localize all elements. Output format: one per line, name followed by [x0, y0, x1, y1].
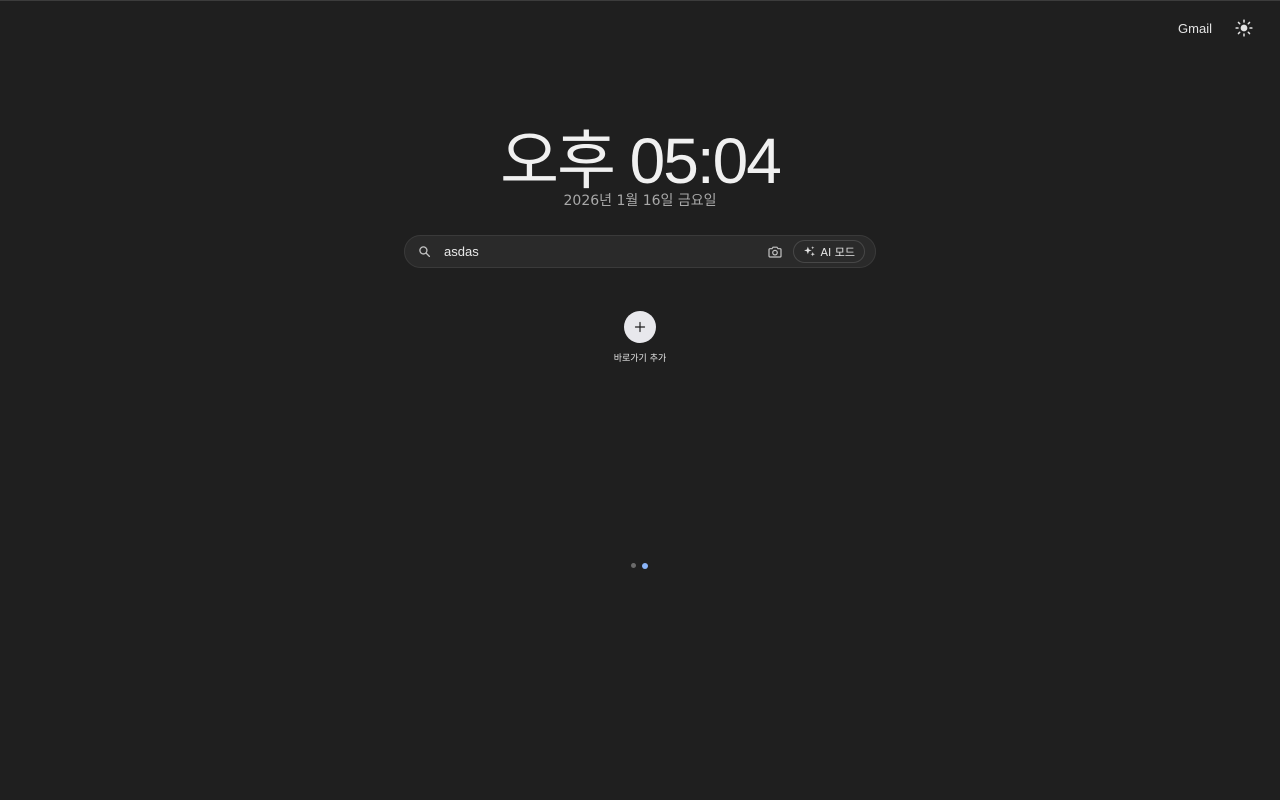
- clock-time: 오후 05:04: [500, 125, 782, 197]
- add-shortcut-button[interactable]: 바로가기 추가: [600, 311, 680, 364]
- plus-icon: [634, 321, 646, 333]
- page-dot-1[interactable]: [631, 563, 636, 568]
- search-icon: [418, 244, 434, 260]
- theme-toggle-button[interactable]: [1230, 14, 1258, 42]
- page-dot-2[interactable]: [642, 562, 648, 569]
- search-box[interactable]: AI 모드: [404, 235, 876, 268]
- ai-mode-label: AI 모드: [820, 245, 855, 259]
- page-indicator: [631, 562, 648, 569]
- sparkle-icon: [804, 246, 816, 257]
- clock-date: 2026년 1월 16일 금요일: [563, 193, 717, 209]
- image-search-button[interactable]: [763, 240, 787, 264]
- sun-icon: [1235, 19, 1253, 37]
- add-shortcut-circle[interactable]: [624, 311, 656, 343]
- add-shortcut-label: 바로가기 추가: [613, 354, 667, 364]
- search-input[interactable]: [444, 244, 764, 259]
- top-bar: Gmail: [1178, 14, 1258, 42]
- ai-mode-button[interactable]: AI 모드: [793, 240, 865, 263]
- camera-icon: [768, 246, 783, 258]
- gmail-link[interactable]: Gmail: [1178, 21, 1212, 36]
- window-top-border: [0, 0, 1280, 1]
